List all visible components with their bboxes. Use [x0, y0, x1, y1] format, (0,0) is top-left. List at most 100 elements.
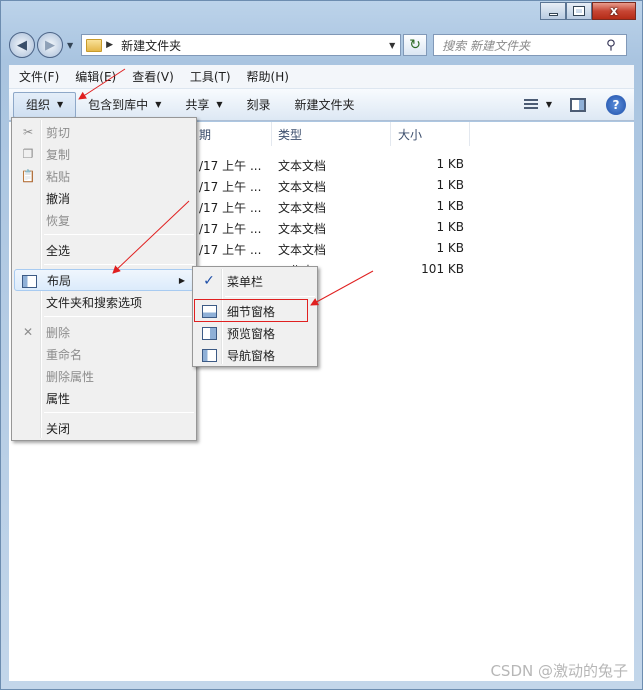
- menu-item-navigation-pane[interactable]: 导航窗格: [195, 344, 315, 366]
- menu-item-paste[interactable]: 📋 粘贴: [14, 165, 194, 187]
- column-header-size[interactable]: 大小: [398, 126, 422, 146]
- views-dropdown-icon[interactable]: ▼: [546, 100, 552, 109]
- help-icon[interactable]: ?: [606, 94, 626, 115]
- organize-button[interactable]: 组织 ▼: [13, 91, 77, 118]
- views-icon[interactable]: [523, 98, 538, 111]
- menu-item-label: 剪切: [46, 125, 71, 140]
- address-bar[interactable]: ▶ 新建文件夹 ▼: [81, 34, 402, 56]
- caption-buttons: x: [540, 2, 636, 20]
- column-divider[interactable]: [271, 122, 272, 146]
- menu-separator: [44, 316, 194, 317]
- refresh-icon: ↻: [409, 37, 422, 53]
- menu-item-close[interactable]: 关闭: [14, 417, 194, 439]
- menu-tools[interactable]: 工具(T): [182, 68, 239, 85]
- close-button[interactable]: x: [592, 2, 636, 20]
- menu-item-label: 布局: [47, 273, 72, 288]
- column-divider[interactable]: [390, 122, 391, 146]
- menu-item-delete[interactable]: ✕ 删除: [14, 321, 194, 343]
- menu-item-label: 菜单栏: [227, 274, 264, 289]
- checkmark-icon: ✓: [203, 273, 215, 289]
- explorer-window: x ◀ ▶ ▼ ▶ 新建文件夹 ▼ ↻ 搜索 新建文件夹 ⚲ 文件(F) 编辑(…: [0, 0, 643, 690]
- menu-item-label: 复制: [46, 147, 71, 162]
- breadcrumb-chevron-icon[interactable]: ▶: [106, 40, 113, 50]
- search-placeholder: 搜索 新建文件夹: [442, 38, 530, 53]
- maximize-icon: [573, 6, 585, 16]
- delete-icon: ✕: [22, 325, 34, 339]
- copy-icon: ❐: [22, 147, 34, 161]
- chevron-down-icon: ▼: [57, 100, 64, 109]
- address-dropdown-icon[interactable]: ▼: [384, 41, 400, 50]
- new-folder-button[interactable]: 新建文件夹: [283, 92, 367, 118]
- menu-item-label: 恢复: [46, 213, 71, 228]
- minimize-button[interactable]: [540, 2, 566, 20]
- menu-item-select-all[interactable]: 全选: [14, 239, 194, 261]
- preview-pane-icon: [201, 326, 217, 340]
- layout-icon: [21, 274, 37, 288]
- menu-item-menu-bar[interactable]: ✓ 菜单栏: [195, 270, 315, 292]
- paste-icon: 📋: [20, 169, 36, 183]
- menu-bar: 文件(F) 编辑(E) 查看(V) 工具(T) 帮助(H): [9, 65, 634, 89]
- menu-item-copy[interactable]: ❐ 复制: [14, 143, 194, 165]
- organize-label: 组织: [26, 98, 51, 112]
- recent-pages-dropdown[interactable]: ▼: [67, 41, 73, 50]
- menu-file[interactable]: 文件(F): [11, 68, 67, 85]
- burn-label: 刻录: [246, 98, 271, 112]
- menu-item-label: 属性: [46, 391, 71, 406]
- menu-item-layout[interactable]: 布局 ▶: [14, 269, 194, 291]
- refresh-button[interactable]: ↻: [403, 34, 428, 56]
- share-label: 共享: [185, 98, 210, 112]
- include-in-library-label: 包含到库中: [88, 98, 149, 112]
- menu-item-properties[interactable]: 属性: [14, 387, 194, 409]
- menu-item-label: 关闭: [46, 421, 71, 436]
- chevron-down-icon: ▼: [216, 100, 223, 109]
- menu-edit[interactable]: 编辑(E): [67, 68, 124, 85]
- menu-separator: [44, 412, 194, 413]
- arrow-right-icon: ▶: [45, 37, 55, 53]
- menu-item-label: 粘贴: [46, 169, 71, 184]
- chevron-down-icon: ▼: [155, 100, 162, 109]
- back-button[interactable]: ◀: [9, 32, 35, 58]
- organize-menu: ✂ 剪切 ❐ 复制 📋 粘贴 撤消 恢复 全选 布局 ▶ 文件夹和搜索选项 ✕ …: [11, 117, 197, 441]
- toolbar-right: ▼ ?: [523, 94, 634, 115]
- minimize-icon: [548, 12, 558, 16]
- preview-pane-icon[interactable]: [570, 97, 586, 112]
- breadcrumb-current-folder[interactable]: 新建文件夹: [121, 37, 384, 54]
- menu-item-redo[interactable]: 恢复: [14, 209, 194, 231]
- menu-item-label: 预览窗格: [227, 326, 276, 341]
- burn-button[interactable]: 刻录: [235, 92, 283, 118]
- share-button[interactable]: 共享 ▼: [173, 92, 234, 118]
- include-in-library-button[interactable]: 包含到库中 ▼: [76, 92, 173, 118]
- address-row: ◀ ▶ ▼ ▶ 新建文件夹 ▼ ↻ 搜索 新建文件夹 ⚲: [9, 31, 634, 59]
- forward-button[interactable]: ▶: [37, 32, 63, 58]
- menu-item-remove-properties[interactable]: 删除属性: [14, 365, 194, 387]
- maximize-button[interactable]: [566, 2, 592, 20]
- menu-item-label: 删除: [46, 325, 71, 340]
- menu-item-undo[interactable]: 撤消: [14, 187, 194, 209]
- arrow-left-icon: ◀: [17, 37, 27, 53]
- menu-separator: [44, 234, 194, 235]
- menu-item-cut[interactable]: ✂ 剪切: [14, 121, 194, 143]
- column-header-type[interactable]: 类型: [278, 126, 302, 146]
- menu-item-folder-options[interactable]: 文件夹和搜索选项: [14, 291, 194, 313]
- menu-help[interactable]: 帮助(H): [239, 68, 297, 85]
- folder-icon: [86, 38, 103, 52]
- search-icon[interactable]: ⚲: [606, 38, 626, 53]
- submenu-arrow-icon: ▶: [178, 275, 185, 285]
- navigation-pane-icon: [201, 348, 217, 362]
- menu-item-label: 文件夹和搜索选项: [46, 295, 143, 310]
- menu-item-label: 全选: [46, 243, 71, 258]
- watermark: CSDN @激动的兔子: [490, 662, 628, 680]
- menu-item-label: 撤消: [46, 191, 71, 206]
- menu-item-label: 导航窗格: [227, 348, 276, 363]
- menu-separator: [225, 296, 315, 297]
- column-divider[interactable]: [469, 122, 470, 146]
- column-header-date[interactable]: 期: [199, 126, 211, 146]
- menu-separator: [44, 264, 194, 265]
- menu-view[interactable]: 查看(V): [124, 68, 182, 85]
- menu-item-label: 删除属性: [46, 369, 95, 384]
- menu-item-preview-pane[interactable]: 预览窗格: [195, 322, 315, 344]
- scissors-icon: ✂: [22, 125, 34, 139]
- new-folder-label: 新建文件夹: [294, 98, 355, 112]
- search-input[interactable]: 搜索 新建文件夹 ⚲: [433, 34, 628, 56]
- menu-item-rename[interactable]: 重命名: [14, 343, 194, 365]
